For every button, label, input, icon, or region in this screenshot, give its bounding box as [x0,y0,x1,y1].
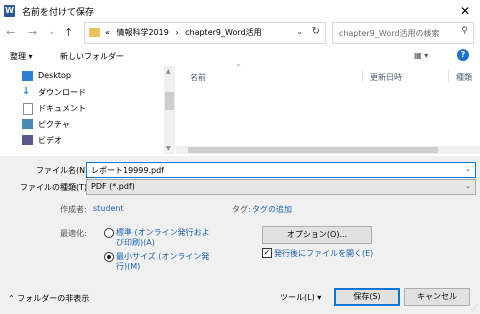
scroll-up-arrow[interactable]: ▲ [166,68,171,75]
recent-locations-button[interactable]: ⌄ [48,27,56,37]
author-label: 作成者: [60,205,87,214]
breadcrumb-separator[interactable]: › [175,28,178,37]
view-options-button[interactable]: ▦ ▾ [414,51,428,60]
organize-button[interactable]: 整理 ▾ [10,51,33,62]
breadcrumb-item[interactable]: chapter9_Word活用 [185,28,261,37]
tags-label: タグ: [232,205,251,214]
tools-label: ツール(L) [280,293,315,302]
up-button[interactable]: ↑ [64,26,73,39]
sort-indicator-icon: ^ [236,64,242,71]
tools-button[interactable]: ツール(L) ▾ [280,292,321,303]
optimize-minimum-radio[interactable] [104,252,114,262]
search-icon: ⚲ [461,26,468,36]
filename-input[interactable]: レポート19999.pdf [91,165,164,176]
filetype-select[interactable]: PDF (*.pdf) ⌄ [86,179,476,195]
optimize-label: 最適化: [60,229,87,238]
address-bar[interactable]: « 情報科学2019 › chapter9_Word活用 ⌄ ↻ [84,22,326,44]
scrollbar-thumb[interactable] [188,147,438,153]
cancel-button[interactable]: キャンセル [404,288,470,306]
column-header-name[interactable]: 名前 [190,72,206,83]
nav-item-label: ビデオ [38,136,62,145]
chevron-up-icon: ⌃ [8,294,15,303]
chevron-down-icon: ▾ [317,293,322,302]
file-list: ^ 名前 更新日時 種類 [176,64,480,146]
title-bar: W 名前を付けて保存 ✕ [0,0,480,22]
download-icon: ↓ [22,86,31,97]
resize-grip[interactable]: ⋰ [471,304,478,312]
open-after-publish-checkbox[interactable]: ✓ [262,248,272,258]
new-folder-button[interactable]: 新しいフォルダー [60,51,124,62]
desktop-icon [22,71,33,81]
videos-icon [22,135,33,145]
back-button[interactable]: ← [6,26,15,39]
word-app-icon: W [4,5,15,17]
scrollbar-thumb[interactable] [165,92,174,110]
navigation-pane: Desktop ↓ ダウンロード ドキュメント ピクチャ ビデオ [0,66,176,154]
filename-label: ファイル名(N): [36,166,91,175]
forward-button[interactable]: → [28,26,37,39]
filetype-label: ファイルの種類(T): [20,183,90,192]
documents-icon [23,103,33,115]
toolbar: 整理 ▾ 新しいフォルダー ▦ ▾ ? [0,46,480,66]
filetype-value: PDF (*.pdf) [91,182,135,191]
hide-folders-label: フォルダーの非表示 [17,294,90,303]
window-title: 名前を付けて保存 [22,8,95,18]
save-button[interactable]: 保存(S) [334,288,400,306]
options-button[interactable]: オプション(O)... [262,226,372,244]
chevron-down-icon[interactable]: ⌄ [465,182,471,190]
nav-item-label: ドキュメント [38,104,86,113]
filename-field[interactable]: レポート19999.pdf ⌄ [86,162,476,178]
pictures-icon [22,119,33,129]
refresh-icon[interactable]: ↻ [312,26,320,37]
column-divider[interactable] [448,70,449,82]
chevron-down-icon[interactable]: ⌄ [296,27,303,36]
tags-value[interactable]: タグの追加 [252,204,292,215]
nav-item-label: Desktop [38,71,71,80]
close-button[interactable]: ✕ [450,0,480,22]
folder-icon [89,28,100,37]
save-options-panel: ファイル名(N): レポート19999.pdf ⌄ ファイルの種類(T): PD… [0,156,480,314]
author-value[interactable]: student [93,204,124,213]
nav-item-label: ピクチャ [38,120,70,129]
breadcrumb: « 情報科学2019 › chapter9_Word活用 [105,27,266,38]
column-divider[interactable] [362,70,363,82]
hide-folders-button[interactable]: ⌃ フォルダーの非表示 [8,293,89,304]
optimize-standard-label-cont[interactable]: び印刷)(A) [116,237,155,248]
nav-pane-scrollbar[interactable]: ▲ ▼ [164,66,175,154]
help-icon[interactable]: ? [457,49,469,61]
save-as-dialog: W 名前を付けて保存 ✕ ← → ⌄ ↑ « 情報科学2019 › chapte… [0,0,480,314]
optimize-standard-radio[interactable] [104,228,114,238]
file-list-scrollbar[interactable] [176,146,480,154]
breadcrumb-item[interactable]: 情報科学2019 [116,28,168,37]
column-header-date[interactable]: 更新日時 [370,72,402,83]
optimize-minimum-label-cont[interactable]: 行)(M) [116,261,140,272]
search-input[interactable]: chapter9_Word活用の検索 [339,28,439,39]
breadcrumb-overflow[interactable]: « [105,28,110,37]
chevron-down-icon[interactable]: ⌄ [465,165,471,173]
search-box[interactable]: chapter9_Word活用の検索 ⚲ [332,22,474,44]
open-after-publish-label[interactable]: 発行後にファイルを開く(E) [274,248,373,259]
nav-item-label: ダウンロード [38,88,86,97]
scroll-down-arrow[interactable]: ▼ [166,145,171,152]
column-header-type[interactable]: 種類 [456,72,472,83]
